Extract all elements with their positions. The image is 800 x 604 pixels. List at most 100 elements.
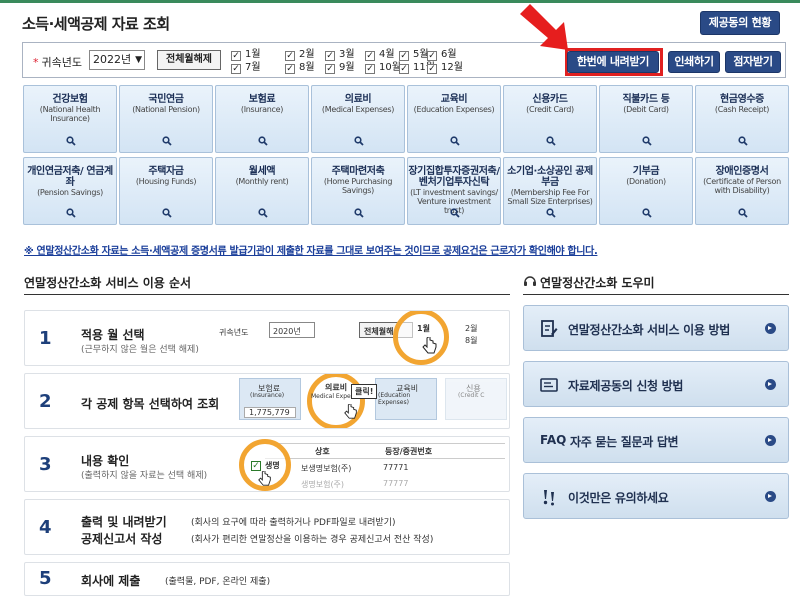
step-sub-text: (출력하지 않을 자료는 선택 해제) <box>81 471 208 481</box>
hand-cursor-icon <box>422 337 437 354</box>
helper-caution-button[interactable]: 이것만은 유의하세요 <box>523 473 789 519</box>
month-checkbox-9[interactable]: ✓ 9월 <box>325 62 355 74</box>
divider <box>523 294 789 295</box>
arrow-right-icon <box>765 379 776 390</box>
illustration-month-1: 1월 <box>417 324 430 333</box>
category-tile-disability-certificate[interactable]: 장애인증명서 (Certificate of Person with Disabi… <box>695 157 789 225</box>
step-side-text: (회사가 편리한 연말정산을 이용하는 경우 공제신고서 전산 작성) <box>191 535 434 545</box>
month-checkbox-8[interactable]: ✓ 8월 <box>285 62 315 74</box>
step-number: 5 <box>39 568 52 589</box>
month-checkbox-3[interactable]: ✓ 3월 <box>325 49 355 61</box>
illustration-row-value: 77771 <box>383 463 409 472</box>
category-english-label: (Education Expenses) <box>413 105 495 114</box>
month-label: 4월 <box>379 49 395 60</box>
category-tile-debit-card[interactable]: 직불카드 등 (Debit Card) <box>599 85 693 153</box>
hand-cursor-icon <box>344 404 357 419</box>
category-label: 건강보험 <box>52 94 88 105</box>
checkbox-icon: ✓ <box>365 64 375 74</box>
helper-label: 연말정산간소화 서비스 이용 방법 <box>568 323 730 337</box>
month-label: 2월 <box>299 49 315 60</box>
illustration-tile-insurance: 보험료 (Insurance) 1,775,779 <box>239 378 301 420</box>
illustration-column-header: 상호 <box>315 447 330 456</box>
category-label: 보험료 <box>248 94 276 105</box>
category-label: 장기집합투자증권저축/ 벤처기업투자신탁 <box>408 166 500 188</box>
category-label: 소기업·소상공인 공제부금 <box>507 166 593 188</box>
month-checkbox-10[interactable]: ✓ 10월 <box>365 62 401 74</box>
illustration-amount: 1,775,779 <box>244 407 296 418</box>
illustration-month-2: 2월 <box>465 324 478 333</box>
category-label: 주택마련저축 <box>331 166 385 177</box>
helper-label: 이것만은 유의하세요 <box>568 491 669 505</box>
month-checkbox-12[interactable]: ✓ 12월 <box>427 62 463 74</box>
category-tile-donation[interactable]: 기부금 (Donation) <box>599 157 693 225</box>
clear-all-months-button[interactable]: 전체월해제 <box>157 50 221 70</box>
month-label: 7월 <box>245 62 261 73</box>
step-sub-text: (근무하지 않은 월은 선택 해제) <box>81 345 199 355</box>
month-checkbox-2[interactable]: ✓ 2월 <box>285 49 315 61</box>
month-checkbox-4[interactable]: ✓ 4월 <box>365 49 395 61</box>
exclamation-icon <box>543 490 554 506</box>
helper-section-title: 연말정산간소화 도우미 <box>540 276 655 290</box>
category-english-label: (Pension Savings) <box>37 188 103 197</box>
step-4: 4 출력 및 내려받기 공제신고서 작성 (회사의 요구에 따라 출력하거나 P… <box>24 499 510 555</box>
helper-faq-button[interactable]: FAQ 자주 묻는 질문과 답변 <box>523 417 789 463</box>
search-icon <box>450 208 460 218</box>
print-button[interactable]: 인쇄하기 <box>668 51 720 73</box>
year-select[interactable]: 2022년 ▼ <box>89 50 145 70</box>
category-english-label: (Monthly rent) <box>235 177 289 186</box>
month-label: 8월 <box>299 62 315 73</box>
illustration-tile-en: Medical Expen <box>311 393 355 400</box>
step-side-text: (출력물, PDF, 온라인 제출) <box>165 577 271 587</box>
category-tile-national-pension[interactable]: 국민연금 (National Pension) <box>119 85 213 153</box>
category-tile-home-purchasing-savings[interactable]: 주택마련저축 (Home Purchasing Savings) <box>311 157 405 225</box>
category-tile-national-health-insurance[interactable]: 건강보험 (National Health Insurance) <box>23 85 117 153</box>
category-label: 주택자금 <box>148 166 184 177</box>
illustration-tile-en: (Insurance) <box>250 392 285 399</box>
category-tile-lt-investment-savings[interactable]: 장기집합투자증권저축/ 벤처기업투자신탁 (LT investment savin… <box>407 157 501 225</box>
category-english-label: (Credit Card) <box>526 105 574 114</box>
divider <box>265 458 505 459</box>
category-english-label: (Certificate of Person with Disability) <box>703 177 781 195</box>
step-3: 3 내용 확인 (출력하지 않을 자료는 선택 해제) 상호 등장/증권번호 보… <box>24 436 510 492</box>
category-tile-cash-receipt[interactable]: 현금영수증 (Cash Receipt) <box>695 85 789 153</box>
search-icon <box>258 136 268 146</box>
month-label: 9월 <box>339 62 355 73</box>
category-tile-education-expenses[interactable]: 교육비 (Education Expenses) <box>407 85 501 153</box>
category-label: 의료비 <box>344 94 372 105</box>
month-checkbox-5[interactable]: ✓ 5월 <box>399 49 429 61</box>
step-number: 1 <box>39 328 52 349</box>
category-tile-insurance[interactable]: 보험료 (Insurance) <box>215 85 309 153</box>
helper-consent-application-button[interactable]: 자료제공동의 신청 방법 <box>523 361 789 407</box>
category-english-label: (Debit Card) <box>623 105 669 114</box>
category-label: 기부금 <box>632 166 660 177</box>
category-label: 장애인증명서 <box>715 166 769 177</box>
category-tile-monthly-rent[interactable]: 월세액 (Monthly rent) <box>215 157 309 225</box>
month-label: 10월 <box>379 62 401 73</box>
search-icon <box>354 136 364 146</box>
category-tile-medical-expenses[interactable]: 의료비 (Medical Expenses) <box>311 85 405 153</box>
month-checkbox-6[interactable]: ✓ 6월 <box>427 49 457 61</box>
month-checkbox-7[interactable]: ✓ 7월 <box>231 62 261 74</box>
search-icon <box>642 136 652 146</box>
braille-download-button[interactable]: 점자받기 <box>725 51 781 73</box>
category-tile-credit-card[interactable]: 신용카드 (Credit Card) <box>503 85 597 153</box>
helper-how-to-use-button[interactable]: 연말정산간소화 서비스 이용 방법 <box>523 305 789 351</box>
download-all-button[interactable]: 한번에 내려받기 <box>567 51 659 73</box>
category-tile-small-enterprise-fee[interactable]: 소기업·소상공인 공제부금 (Membership Fee For Small S… <box>503 157 597 225</box>
month-checkbox-1[interactable]: ✓ 1월 <box>231 49 261 61</box>
month-label: 1월 <box>245 49 261 60</box>
checkbox-icon: ✓ <box>399 64 409 74</box>
step-5: 5 회사에 제출 (출력물, PDF, 온라인 제출) <box>24 562 510 596</box>
illustration-row-name: 생명보험(주) <box>301 480 345 489</box>
illustration-tile-label: 의료비 <box>325 383 348 392</box>
category-label: 현금영수증 <box>719 94 764 105</box>
category-tile-pension-savings[interactable]: 개인연금저축/ 연금계좌 (Pension Savings) <box>23 157 117 225</box>
category-tile-housing-funds[interactable]: 주택자금 (Housing Funds) <box>119 157 213 225</box>
illustration-row-checked: 생명 <box>265 461 280 470</box>
step-main-text: 출력 및 내려받기 <box>81 515 167 529</box>
month-label: 12월 <box>441 62 463 73</box>
category-english-label: (Insurance) <box>240 105 284 114</box>
search-icon <box>354 208 364 218</box>
headset-icon <box>524 276 536 286</box>
consent-status-button[interactable]: 제공동의 현황 <box>700 11 780 35</box>
